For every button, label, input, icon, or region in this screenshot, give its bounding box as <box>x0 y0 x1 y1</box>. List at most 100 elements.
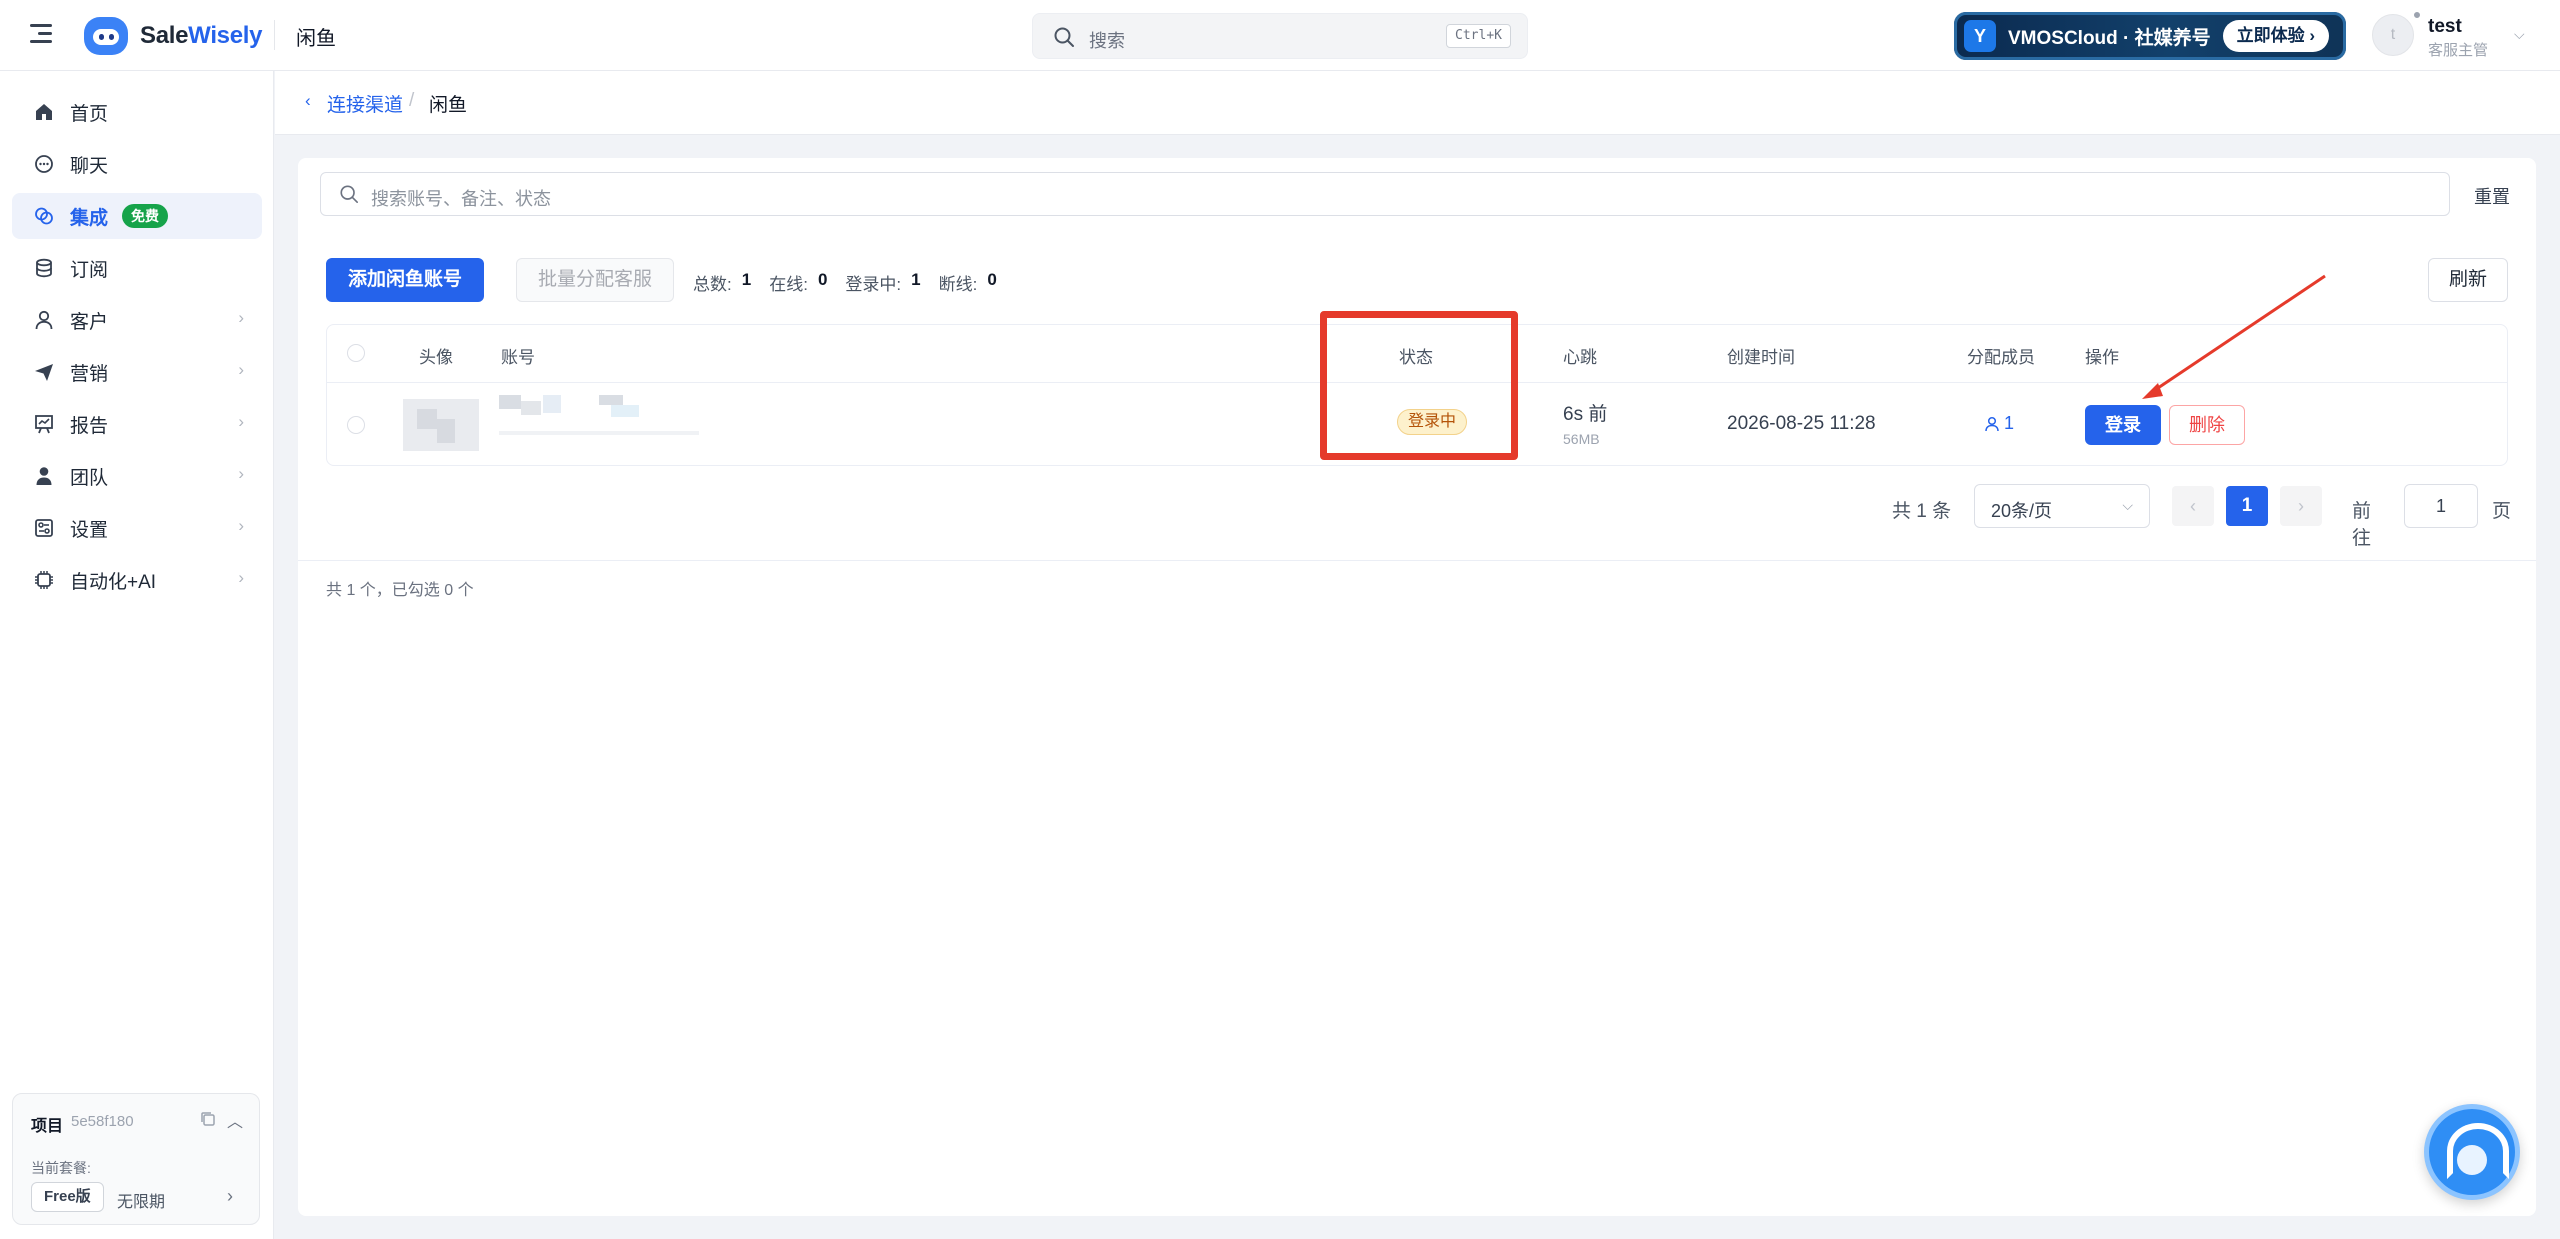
sidebar-item-chat[interactable]: 聊天 <box>12 141 262 187</box>
chip-icon <box>32 568 56 592</box>
account-search-input[interactable]: 搜索账号、备注、状态 <box>320 172 2450 216</box>
sidebar: 首页 聊天 集成 免费 订阅 客户 › 营销 › 报告 › 团队 › 设置 › … <box>0 71 274 1239</box>
member-icon <box>1985 416 1999 431</box>
header-divider <box>274 20 275 50</box>
report-icon <box>32 412 56 436</box>
search-icon <box>1054 27 1074 47</box>
prev-page-button[interactable]: ‹ <box>2172 486 2214 526</box>
account-stats: 总数: 1 在线: 0 登录中: 1 断线: 0 <box>693 270 1015 295</box>
add-xianyu-account-button[interactable]: 添加闲鱼账号 <box>326 258 484 302</box>
login-button[interactable]: 登录 <box>2085 405 2161 445</box>
vmoscloud-promo-banner[interactable]: Y VMOSCloud · 社媒养号 立即体验 › <box>1954 12 2346 60</box>
stat-online-label: 在线: <box>769 275 808 294</box>
chevron-right-icon: › <box>238 308 244 327</box>
sidebar-item-label: 聊天 <box>70 155 109 177</box>
back-chevron-icon[interactable]: ‹ <box>305 91 311 111</box>
sidebar-item-label: 营销 <box>70 363 109 385</box>
batch-assign-button[interactable]: 批量分配客服 <box>516 258 674 302</box>
menu-toggle-icon[interactable] <box>30 23 56 45</box>
sidebar-item-team[interactable]: 团队 › <box>12 453 262 499</box>
reset-button[interactable]: 重置 <box>2474 183 2510 209</box>
integration-icon <box>32 204 56 228</box>
sidebar-item-label: 团队 <box>70 467 109 489</box>
plan-name-badge: Free版 <box>31 1182 104 1212</box>
select-all-checkbox[interactable] <box>347 344 365 362</box>
sidebar-item-integration[interactable]: 集成 免费 <box>12 193 262 239</box>
copy-icon[interactable] <box>199 1110 217 1133</box>
sidebar-item-label: 设置 <box>70 519 109 541</box>
search-placeholder: 搜索账号、备注、状态 <box>371 189 551 209</box>
delete-button[interactable]: 删除 <box>2169 405 2245 445</box>
project-card: 项目 5e58f180 ︿ 当前套餐: Free版 无限期 › <box>12 1093 260 1225</box>
promo-text: VMOSCloud · 社媒养号 <box>2008 27 2211 49</box>
member-count: 1 <box>2004 413 2015 433</box>
sidebar-item-customers[interactable]: 客户 › <box>12 297 262 343</box>
goto-page-input[interactable]: 1 <box>2404 484 2478 528</box>
memory-value: 56MB <box>1563 431 1600 447</box>
search-shortcut-hint: Ctrl+K <box>1446 24 1511 48</box>
brand-name: SaleWisely <box>140 22 263 49</box>
customer-support-icon[interactable] <box>2424 1104 2520 1200</box>
breadcrumb: ‹ 连接渠道 / 闲鱼 <box>275 71 2560 135</box>
global-search-input[interactable]: 搜索 Ctrl+K <box>1032 13 1528 59</box>
refresh-button[interactable]: 刷新 <box>2428 258 2508 302</box>
vmoscloud-logo-icon: Y <box>1964 20 1996 52</box>
chevron-right-icon[interactable]: › <box>227 1186 233 1207</box>
avatar: t <box>2372 14 2414 56</box>
column-header-heartbeat: 心跳 <box>1563 348 1597 367</box>
selection-summary: 共 1 个，已勾选 0 个 <box>326 582 474 599</box>
home-icon <box>32 100 56 124</box>
top-header: SaleWisely 闲鱼 搜索 Ctrl+K Y VMOSCloud · 社媒… <box>0 0 2560 71</box>
sidebar-item-settings[interactable]: 设置 › <box>12 505 262 551</box>
page-number-current[interactable]: 1 <box>2226 486 2268 526</box>
row-checkbox[interactable] <box>347 416 365 434</box>
chat-icon <box>32 152 56 176</box>
page-size-value: 20条/页 <box>1991 501 2053 521</box>
sidebar-item-marketing[interactable]: 营销 › <box>12 349 262 395</box>
column-header-account: 账号 <box>501 348 535 367</box>
stat-online-value: 0 <box>817 270 828 289</box>
project-label: 项目 <box>31 1118 64 1135</box>
project-id: 5e58f180 <box>71 1113 134 1130</box>
free-badge: 免费 <box>122 204 169 228</box>
team-icon <box>32 464 56 488</box>
brand-logo[interactable]: SaleWisely <box>84 16 263 56</box>
chevron-right-icon: › <box>238 568 244 587</box>
stat-logging-in-label: 登录中: <box>845 275 902 294</box>
user-role: 客服主管 <box>2428 42 2489 59</box>
sidebar-item-home[interactable]: 首页 <box>12 89 262 135</box>
user-menu[interactable]: t test 客服主管 ⌵ <box>2372 10 2532 62</box>
sidebar-item-reports[interactable]: 报告 › <box>12 401 262 447</box>
database-icon <box>32 256 56 280</box>
search-placeholder: 搜索 <box>1089 31 1125 51</box>
chevron-up-icon[interactable]: ︿ <box>227 1108 243 1132</box>
promo-try-button[interactable]: 立即体验 › <box>2222 20 2330 52</box>
chevron-right-icon: › <box>238 412 244 431</box>
column-header-members: 分配成员 <box>1967 348 2035 367</box>
divider <box>298 560 2536 561</box>
chevron-down-icon: ⌵ <box>2514 26 2525 42</box>
user-icon <box>32 308 56 332</box>
goto-label: 前往 <box>2352 501 2372 549</box>
breadcrumb-current: 闲鱼 <box>429 95 468 116</box>
next-page-button[interactable]: › <box>2280 486 2322 526</box>
status-highlight-box <box>1320 311 1518 460</box>
sidebar-item-automation-ai[interactable]: 自动化+AI › <box>12 557 262 603</box>
sidebar-item-subscription[interactable]: 订阅 <box>12 245 262 291</box>
chevron-down-icon: ⌵ <box>2122 497 2133 513</box>
heartbeat-value: 6s 前 <box>1563 404 1608 425</box>
page-size-select[interactable]: 20条/页 ⌵ <box>1974 484 2150 528</box>
blurred-account-name <box>499 395 699 435</box>
breadcrumb-parent-link[interactable]: 连接渠道 <box>327 90 403 117</box>
column-header-avatar: 头像 <box>419 348 453 367</box>
robot-logo-icon <box>84 17 128 55</box>
plan-term: 无限期 <box>117 1194 166 1211</box>
chevron-right-icon: › <box>238 516 244 535</box>
sidebar-item-label: 集成 <box>70 207 109 229</box>
stat-total-value: 1 <box>741 270 752 289</box>
created-time: 2026-08-25 11:28 <box>1727 413 1876 434</box>
stat-offline-value: 0 <box>987 270 997 289</box>
stat-logging-in-value: 1 <box>911 270 921 289</box>
presence-dot <box>2412 10 2422 20</box>
assigned-members-link[interactable]: 1 <box>1983 413 2014 434</box>
